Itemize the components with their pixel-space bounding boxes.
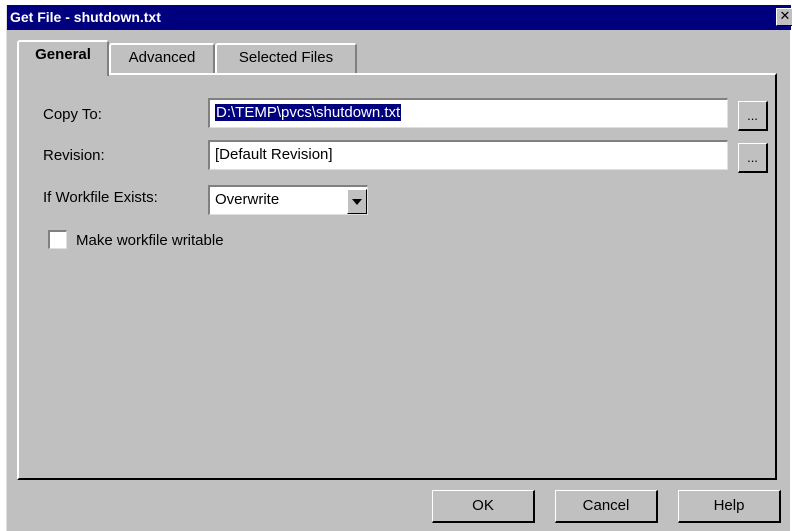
close-icon[interactable]: ✕ [776,8,792,26]
window-title: Get File - shutdown.txt [10,9,161,25]
tab-advanced[interactable]: Advanced [109,43,215,73]
if-workfile-exists-select[interactable]: Overwrite [208,185,368,215]
if-workfile-exists-value: Overwrite [215,191,280,208]
make-writable-checkbox[interactable] [48,230,67,249]
if-workfile-exists-label: If Workfile Exists: [43,189,158,206]
revision-label: Revision: [43,147,105,164]
copy-to-value: D:\TEMP\pvcs\shutdown.txt [215,104,402,121]
tab-strip: General Advanced Selected Files [17,40,777,76]
ok-button[interactable]: OK [432,490,535,523]
copy-to-input[interactable]: D:\TEMP\pvcs\shutdown.txt [208,98,728,128]
make-writable-label: Make workfile writable [76,232,224,249]
chevron-down-icon[interactable] [347,189,367,214]
revision-value: [Default Revision] [215,146,333,163]
help-button[interactable]: Help [678,490,781,523]
copy-to-browse-button[interactable]: ... [738,101,768,131]
tab-general[interactable]: General [17,40,109,76]
cancel-button[interactable]: Cancel [555,490,658,523]
revision-browse-button[interactable]: ... [738,143,768,173]
copy-to-label: Copy To: [43,106,102,123]
revision-input[interactable]: [Default Revision] [208,140,728,170]
general-tab-panel [17,73,777,480]
title-bar[interactable]: Get File - shutdown.txt [7,5,791,30]
tab-selected-files[interactable]: Selected Files [215,43,357,73]
